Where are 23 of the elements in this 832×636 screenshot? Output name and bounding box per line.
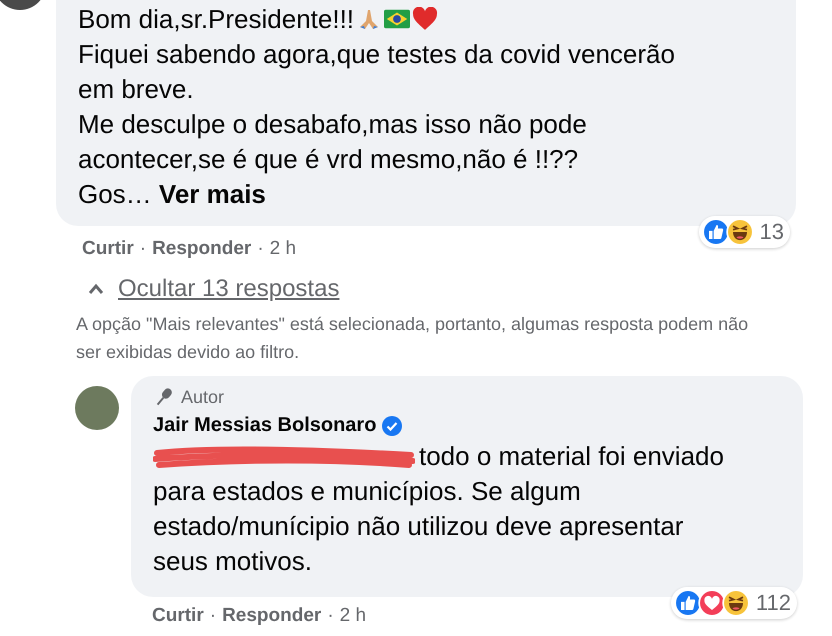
reaction-summary[interactable]: 112 <box>670 587 797 619</box>
like-link[interactable]: Curtir <box>82 238 134 260</box>
reply-link[interactable]: Responder <box>152 238 252 260</box>
separator-dot: · <box>210 605 216 627</box>
timestamp: 2 h <box>270 238 296 260</box>
author-name[interactable]: Jair Messias Bolsonaro <box>153 414 376 437</box>
separator-dot: · <box>257 238 264 260</box>
reply-text: todo o material foi enviado para estados e municípios. Se algum estado/munícipio não utilizou deve apresentar seus motivos. <box>153 441 724 576</box>
timestamp: 2 h <box>340 605 366 627</box>
comment-text: Fiquei sabendo agora,que testes da covid vencerão em breve. <box>78 39 675 104</box>
filter-notice: A opção "Mais relevantes" está selecionada, portanto, algumas resposta podem não ser exibidas devido ao filtro. <box>76 313 750 364</box>
reaction-summary[interactable]: 13 <box>698 216 790 248</box>
reply-link[interactable]: Responder <box>222 605 322 627</box>
separator-dot: · <box>140 238 146 260</box>
author-label: Autor <box>181 386 224 408</box>
separator-dot: · <box>327 605 334 627</box>
comment-text: Me desculpe o desabafo,mas isso não pode acontecer,se é que é vrd mesmo,não é !!?? <box>78 109 587 174</box>
see-more-link[interactable]: Ver mais <box>158 179 266 209</box>
avatar[interactable] <box>75 386 119 430</box>
like-link[interactable]: Curtir <box>152 605 204 627</box>
comment-text: Bom dia,sr.Presidente!!! <box>78 4 354 34</box>
hide-replies-link[interactable]: Ocultar 13 respostas <box>118 274 340 304</box>
comment-text: Gos… <box>78 179 152 209</box>
